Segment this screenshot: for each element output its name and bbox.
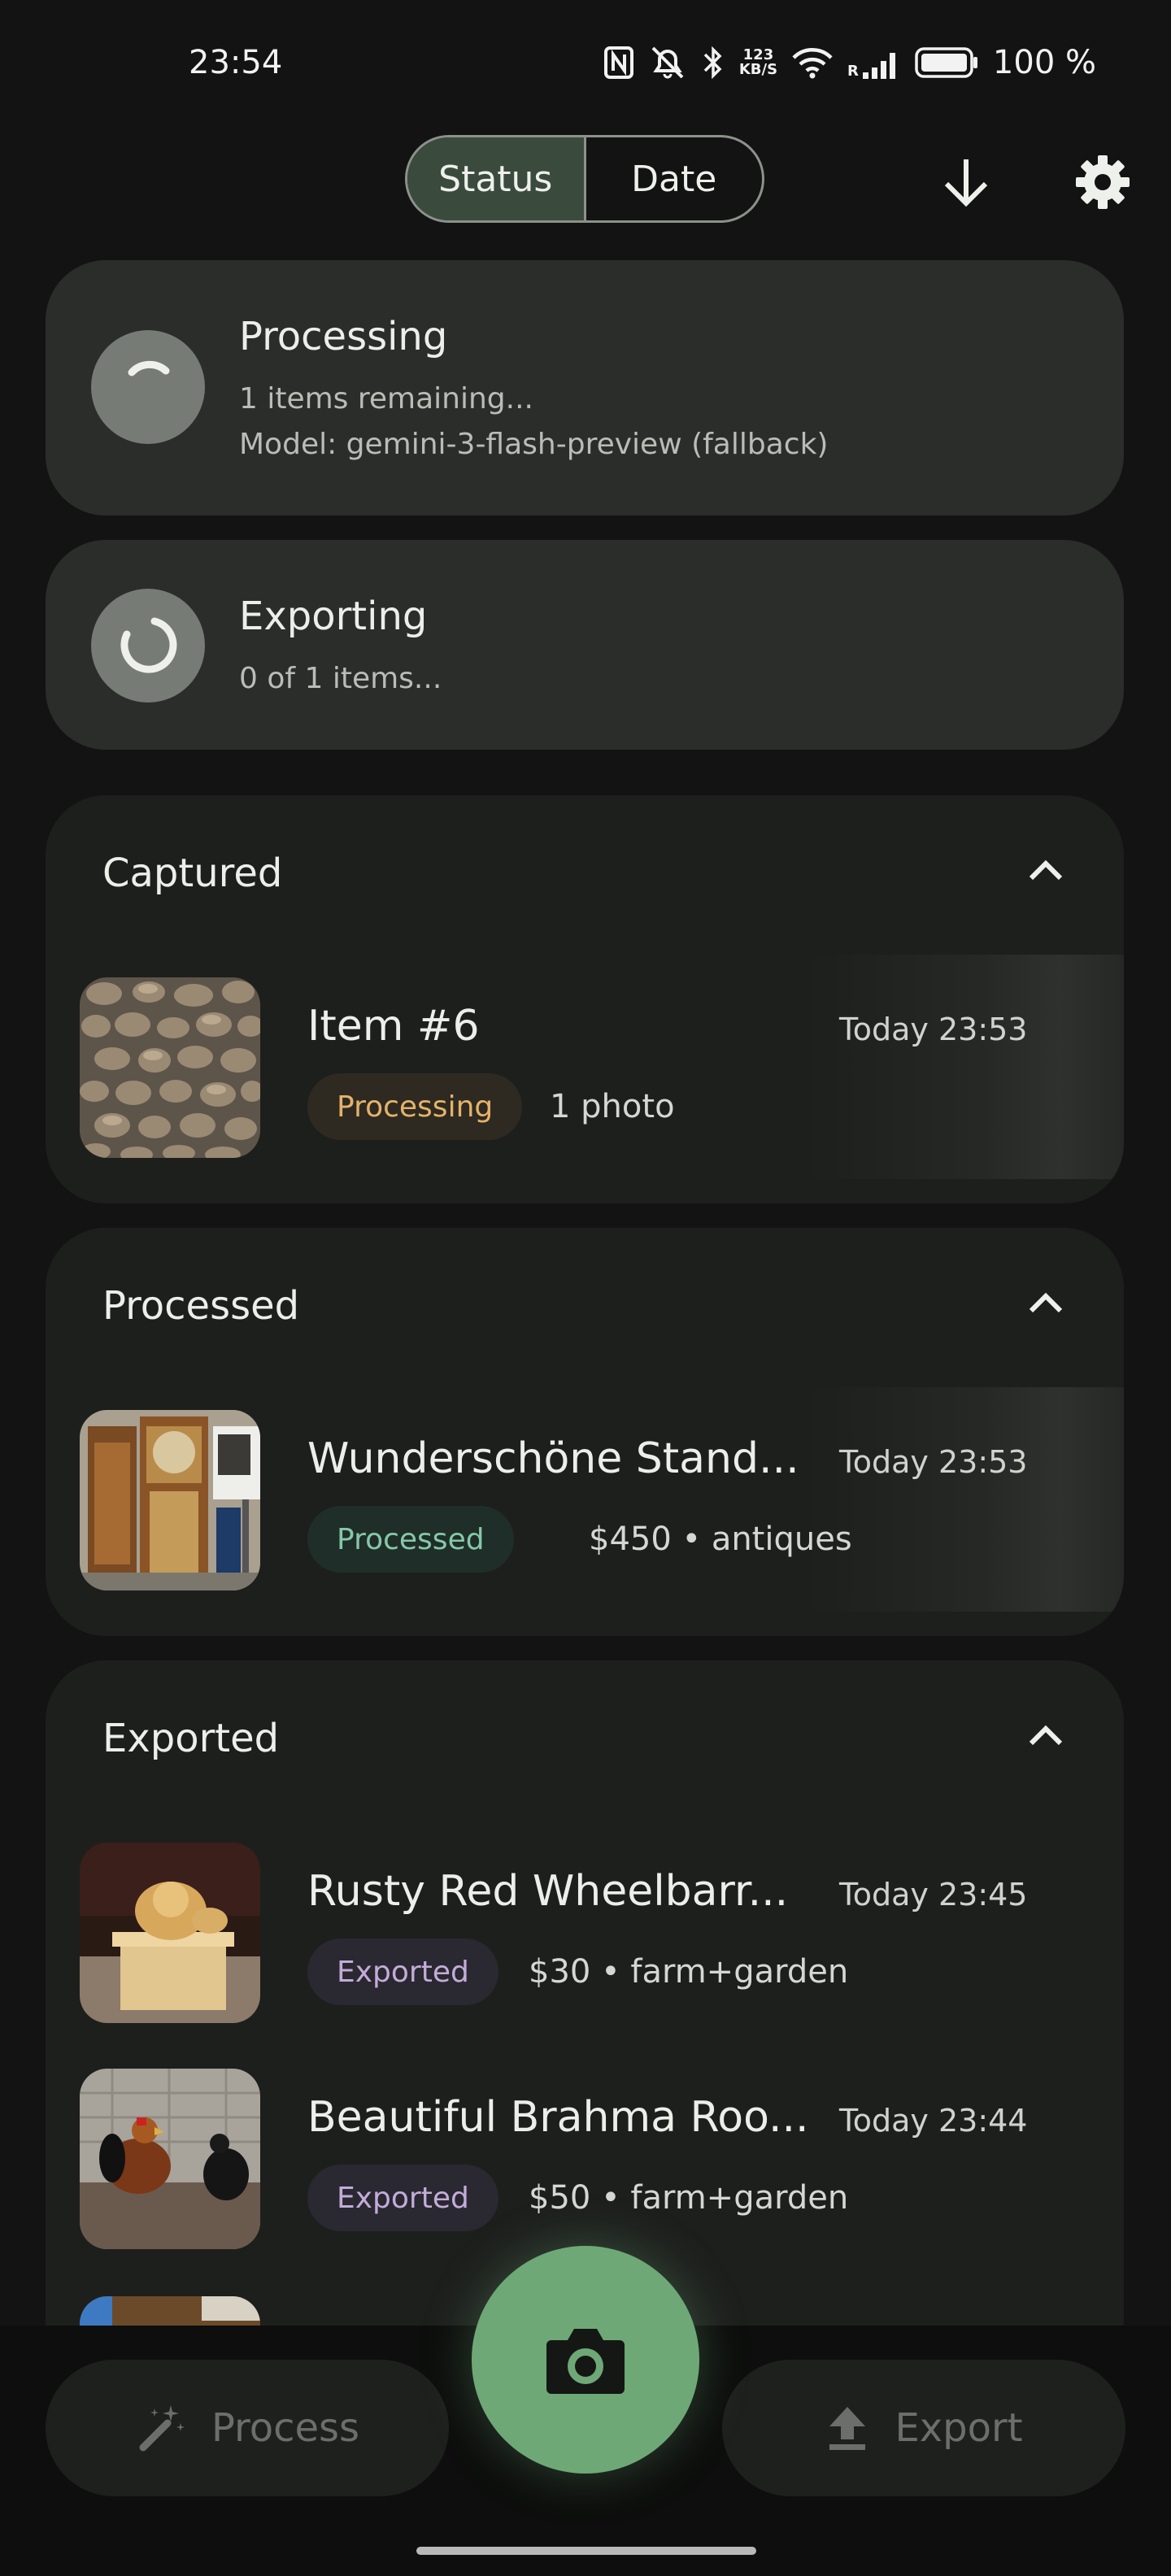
upload-icon xyxy=(829,2407,866,2450)
exporting-progress: 0 of 1 items... xyxy=(239,662,442,695)
chevron-up-icon[interactable] xyxy=(1026,857,1065,886)
camera-icon xyxy=(546,2329,625,2394)
chevron-up-icon[interactable] xyxy=(1026,1722,1065,1751)
status-badge: Exported xyxy=(307,1939,498,2005)
item-timestamp: Today 23:53 xyxy=(839,1444,1028,1480)
process-button[interactable]: Process xyxy=(46,2360,449,2496)
tab-date[interactable]: Date xyxy=(586,137,763,220)
processing-remaining: 1 items remaining... xyxy=(239,382,533,416)
chevron-up-icon[interactable] xyxy=(1026,1290,1065,1319)
processing-spinner xyxy=(91,330,205,444)
item-thumbnail xyxy=(80,1410,260,1590)
status-bar-icons: 123 KB/S R 100 % xyxy=(603,44,1096,81)
item-price-category: $450 • antiques xyxy=(589,1521,852,1558)
item-title: Item #6 xyxy=(307,1002,480,1051)
captured-section-title: Captured xyxy=(102,851,283,896)
signal-roaming-label: R xyxy=(847,63,859,80)
process-label: Process xyxy=(211,2405,360,2451)
status-bar-time: 23:54 xyxy=(189,44,283,81)
magic-wand-icon xyxy=(139,2405,185,2452)
item-thumbnail xyxy=(80,2069,260,2249)
processing-model: Model: gemini-3-flash-preview (fallback) xyxy=(239,428,829,461)
item-timestamp: Today 23:45 xyxy=(839,1877,1028,1912)
network-speed-unit: KB/S xyxy=(738,61,778,78)
status-badge: Processed xyxy=(307,1506,514,1573)
item-photo-count: 1 photo xyxy=(550,1088,675,1125)
exporting-title: Exporting xyxy=(239,594,428,639)
item-timestamp: Today 23:44 xyxy=(839,2103,1028,2139)
export-button[interactable]: Export xyxy=(722,2360,1125,2496)
signal-icon: R xyxy=(847,46,900,79)
gear-icon xyxy=(1076,155,1130,209)
status-badge: Exported xyxy=(307,2165,498,2231)
item-timestamp: Today 23:53 xyxy=(839,1012,1028,1047)
item-thumbnail xyxy=(80,1843,260,2023)
download-button[interactable] xyxy=(934,150,999,215)
item-price-category: $30 • farm+garden xyxy=(529,1953,849,1991)
exporting-status-card: Exporting 0 of 1 items... xyxy=(46,540,1124,750)
swipe-shade xyxy=(807,955,1124,1179)
bluetooth-icon xyxy=(702,45,725,80)
gesture-handle xyxy=(416,2547,756,2555)
camera-button[interactable] xyxy=(472,2246,699,2474)
battery-icon xyxy=(915,46,978,79)
status-badge: Processing xyxy=(307,1073,523,1140)
item-title: Rusty Red Wheelbarr... xyxy=(307,1867,789,1916)
item-title: Beautiful Brahma Roo... xyxy=(307,2093,809,2142)
settings-button[interactable] xyxy=(1070,150,1135,215)
item-title: Wunderschöne Stand... xyxy=(307,1434,799,1483)
swipe-shade xyxy=(807,1387,1124,1612)
processed-section-title: Processed xyxy=(102,1283,300,1329)
wifi-icon xyxy=(792,46,833,79)
battery-percent: 100 % xyxy=(992,44,1096,81)
processing-status-card: Processing 1 items remaining... Model: g… xyxy=(46,260,1124,516)
export-label: Export xyxy=(895,2405,1023,2451)
mute-icon xyxy=(648,45,687,80)
tab-status[interactable]: Status xyxy=(407,137,586,220)
arrow-down-icon xyxy=(944,159,988,207)
exporting-spinner xyxy=(91,589,205,703)
nfc-icon xyxy=(603,46,633,79)
view-mode-toggle: Status Date xyxy=(405,135,764,223)
captured-section: Captured Item #6 Today 23:53 Processing … xyxy=(46,795,1124,1203)
processing-title: Processing xyxy=(239,314,448,359)
item-price-category: $50 • farm+garden xyxy=(529,2179,849,2217)
network-speed: 123 KB/S xyxy=(739,48,777,77)
processed-section: Processed Wunderschöne Stand... Today 23… xyxy=(46,1228,1124,1636)
exported-section-title: Exported xyxy=(102,1716,280,1761)
item-thumbnail xyxy=(80,977,260,1158)
